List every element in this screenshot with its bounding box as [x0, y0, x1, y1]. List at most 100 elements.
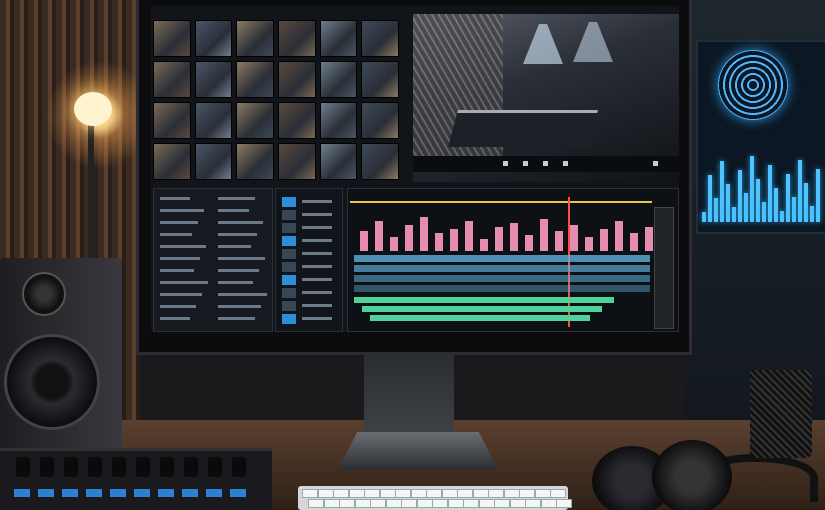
keyboard-key[interactable] [534, 489, 551, 498]
media-thumbnail[interactable] [319, 102, 358, 139]
keyboard-key[interactable] [503, 489, 520, 498]
mixer-pad[interactable] [14, 489, 30, 497]
keyboard-key[interactable] [550, 489, 566, 498]
timeline-clip[interactable] [354, 285, 650, 292]
transport-button[interactable] [503, 161, 508, 166]
bin-entry[interactable] [218, 257, 265, 260]
mixer-pad[interactable] [158, 489, 174, 497]
bin-entry[interactable] [160, 221, 198, 224]
bin-entry[interactable] [218, 281, 253, 284]
keyboard-key[interactable] [525, 499, 541, 508]
tool-button[interactable] [282, 275, 296, 285]
keyboard-key[interactable] [432, 499, 448, 508]
keyboard-key[interactable] [488, 489, 504, 498]
bin-entry[interactable] [218, 233, 257, 236]
tool-button[interactable] [282, 236, 296, 246]
keyboard-key[interactable] [426, 489, 442, 498]
mixer-knob[interactable] [160, 457, 174, 477]
keyboard-key[interactable] [519, 489, 535, 498]
bin-entry[interactable] [160, 293, 202, 296]
keyboard-key[interactable] [447, 499, 464, 508]
tool-button[interactable] [282, 262, 296, 272]
keyboard-key[interactable] [540, 499, 557, 508]
bin-entry[interactable] [218, 245, 251, 248]
media-thumbnail[interactable] [236, 143, 274, 180]
bin-entry[interactable] [218, 209, 249, 212]
keyboard-key[interactable] [308, 499, 324, 508]
bin-entry[interactable] [160, 317, 190, 320]
media-thumbnail[interactable] [278, 61, 316, 98]
media-thumbnail[interactable] [319, 20, 358, 57]
keyboard-key[interactable] [463, 499, 479, 508]
mixer-knob[interactable] [112, 457, 126, 477]
bin-entry[interactable] [218, 269, 259, 272]
media-thumbnail[interactable] [236, 20, 274, 57]
bin-entry[interactable] [160, 197, 190, 200]
media-thumbnail[interactable] [319, 61, 358, 98]
bin-entry[interactable] [218, 293, 267, 296]
keyboard-key[interactable] [395, 489, 411, 498]
keyboard-key[interactable] [509, 499, 526, 508]
media-thumbnail[interactable] [153, 102, 191, 139]
keyboard-key[interactable] [457, 489, 473, 498]
bin-entry[interactable] [160, 281, 208, 284]
mixer-pad[interactable] [110, 489, 126, 497]
mixer-knob[interactable] [136, 457, 150, 477]
bin-entry[interactable] [218, 317, 255, 320]
mixer-pad[interactable] [86, 489, 102, 497]
media-thumbnail[interactable] [153, 143, 191, 180]
media-thumbnail[interactable] [278, 102, 316, 139]
keyboard-key[interactable] [385, 499, 402, 508]
keyboard-key[interactable] [441, 489, 458, 498]
media-thumbnail[interactable] [361, 143, 399, 180]
mixer-knob[interactable] [88, 457, 102, 477]
tool-button[interactable] [282, 197, 296, 207]
timeline-clip[interactable] [362, 306, 602, 312]
mixer-pad[interactable] [134, 489, 150, 497]
keyboard-key[interactable] [410, 489, 427, 498]
tool-button[interactable] [282, 210, 296, 220]
media-thumbnail[interactable] [153, 61, 191, 98]
keyboard-key[interactable] [478, 499, 495, 508]
timeline-clip[interactable] [354, 297, 614, 303]
timeline-clip[interactable] [354, 255, 650, 262]
mixer-knob[interactable] [40, 457, 54, 477]
media-thumbnail[interactable] [194, 143, 233, 180]
bin-entry[interactable] [160, 305, 196, 308]
keyboard-key[interactable] [302, 489, 318, 498]
media-thumbnail[interactable] [319, 143, 358, 180]
keyboard-key[interactable] [354, 499, 371, 508]
keyboard-key[interactable] [317, 489, 334, 498]
bin-entry[interactable] [160, 257, 200, 260]
media-thumbnail[interactable] [194, 102, 233, 139]
keyboard-key[interactable] [333, 489, 349, 498]
keyboard-key[interactable] [494, 499, 510, 508]
mixer-knob[interactable] [208, 457, 222, 477]
bin-entry[interactable] [160, 233, 192, 236]
media-thumbnail[interactable] [236, 61, 274, 98]
keyboard-key[interactable] [323, 499, 340, 508]
mixer-pad[interactable] [206, 489, 222, 497]
mixer-knob[interactable] [64, 457, 78, 477]
media-thumbnail[interactable] [153, 20, 191, 57]
mixer-knob[interactable] [16, 457, 30, 477]
tool-button[interactable] [282, 301, 296, 311]
media-thumbnail[interactable] [194, 20, 233, 57]
transport-button[interactable] [653, 161, 658, 166]
timeline-clip[interactable] [354, 265, 650, 272]
timeline-clip[interactable] [370, 315, 590, 321]
media-thumbnail[interactable] [194, 61, 233, 98]
mixer-knob[interactable] [184, 457, 198, 477]
bin-entry[interactable] [218, 221, 263, 224]
mixer-pad[interactable] [182, 489, 198, 497]
keyboard-key[interactable] [472, 489, 489, 498]
media-thumbnail[interactable] [278, 143, 316, 180]
bin-entry[interactable] [160, 209, 204, 212]
keyboard-key[interactable] [364, 489, 380, 498]
mixer-pad[interactable] [62, 489, 78, 497]
keyboard-key[interactable] [416, 499, 433, 508]
bin-entry[interactable] [160, 269, 194, 272]
bin-entry[interactable] [218, 305, 261, 308]
keyboard-key[interactable] [348, 489, 365, 498]
transport-button[interactable] [543, 161, 548, 166]
